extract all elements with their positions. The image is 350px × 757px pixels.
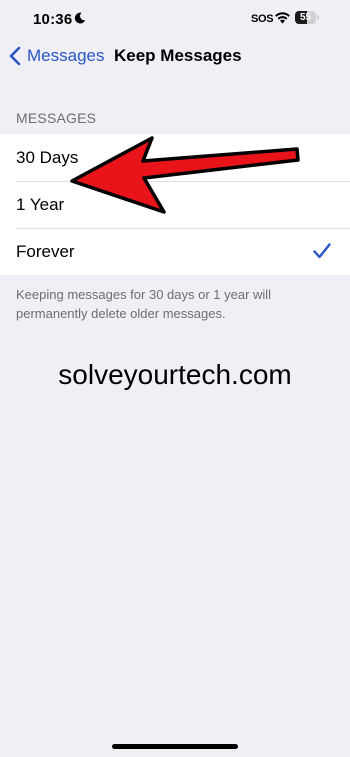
chevron-left-icon	[9, 46, 21, 66]
battery-level: 55	[299, 12, 312, 23]
footer-note: Keeping messages for 30 days or 1 year w…	[16, 287, 272, 321]
sos-indicator: SOS	[251, 13, 274, 25]
status-bar: 10:36 SOS 55	[0, 0, 350, 40]
battery-body: 55	[295, 11, 316, 24]
watermark: solveyourtech.com	[58, 359, 292, 390]
page-title: Keep Messages	[114, 46, 242, 65]
back-button[interactable]: Messages	[8, 40, 104, 72]
back-button-label: Messages	[27, 46, 105, 65]
navigation-bar: Messages Keep Messages	[0, 40, 350, 72]
battery-cap	[317, 15, 319, 20]
moon-icon	[74, 12, 86, 24]
wifi-icon	[275, 12, 290, 24]
checkmark-icon	[313, 243, 331, 259]
status-time: 10:36	[33, 11, 73, 28]
option-label: 1 Year	[16, 194, 65, 214]
options-list: 30 Days 1 Year Forever	[0, 134, 350, 275]
option-label: Forever	[16, 241, 75, 261]
option-1-year[interactable]: 1 Year	[0, 181, 350, 228]
battery-indicator: 55	[295, 11, 320, 24]
option-30-days[interactable]: 30 Days	[0, 134, 350, 181]
option-forever[interactable]: Forever	[0, 228, 350, 275]
option-label: 30 Days	[16, 147, 79, 167]
home-indicator	[112, 744, 238, 749]
section-header: MESSAGES	[16, 110, 97, 126]
